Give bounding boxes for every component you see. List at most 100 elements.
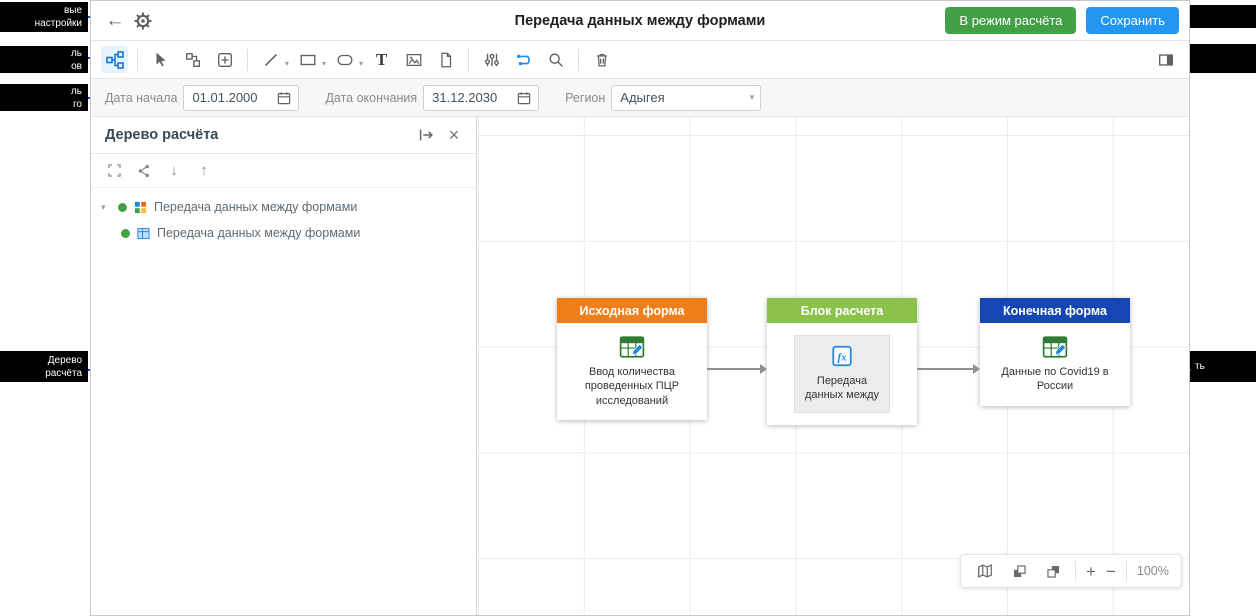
send-back-button[interactable] [1041, 559, 1065, 583]
annotation-text: ль [71, 85, 82, 98]
node-tool-button[interactable] [179, 46, 206, 73]
node-header: Блок расчета [767, 298, 917, 323]
add-block-button[interactable] [211, 46, 238, 73]
zoom-out-button[interactable]: − [1106, 563, 1116, 580]
image-tool-button[interactable] [400, 46, 427, 73]
modules-icon [134, 201, 147, 214]
svg-text:fx: fx [837, 351, 847, 363]
calendar-icon[interactable] [516, 90, 532, 106]
delete-button[interactable] [588, 46, 615, 73]
annotation-text: Дерево [48, 354, 82, 367]
text-tool-button[interactable]: T [368, 46, 395, 73]
node-header: Конечная форма [980, 298, 1130, 323]
select-tool-button[interactable] [147, 46, 174, 73]
document-tool-button[interactable] [432, 46, 459, 73]
rounded-rect-tool-button[interactable] [331, 46, 358, 73]
panel-expand-button[interactable] [412, 121, 440, 149]
annotation-canvas: ть [1190, 351, 1256, 382]
arrowhead-icon [973, 364, 980, 374]
tune-settings-button[interactable] [478, 46, 505, 73]
cursor-icon [152, 51, 170, 69]
app-window: ← [90, 0, 1190, 616]
form-table-icon [619, 335, 645, 359]
panel-title: Дерево расчёта [105, 127, 412, 143]
plus-square-icon [216, 51, 234, 69]
end-date-input[interactable]: 31.12.2030 [423, 85, 539, 111]
zoom-level: 100% [1137, 564, 1169, 578]
header-buttons: В режим расчёта Сохранить [945, 7, 1179, 34]
node-calc-block[interactable]: Блок расчета fx Передача данных между [767, 298, 917, 425]
hierarchy-button[interactable] [131, 158, 157, 184]
search-icon [547, 51, 565, 69]
image-icon [405, 51, 423, 69]
panel-toggle-button[interactable] [1152, 46, 1179, 73]
settings-button[interactable] [129, 7, 157, 35]
annotation-panel-toggle [1187, 44, 1256, 73]
diagram-canvas[interactable]: Исходная форма Ввод количества проведенн… [477, 117, 1189, 615]
region-select[interactable]: Адыгея ▾ [611, 85, 761, 111]
node-source-form[interactable]: Исходная форма Ввод количества проведенн… [557, 298, 707, 420]
annotation-text: ов [71, 60, 82, 73]
page: вые настройки ль ов ль го Дерево расчёта… [0, 0, 1256, 616]
status-dot [118, 203, 127, 212]
toolbar: ▾ ▾ ▾ T [91, 41, 1189, 79]
inner-block[interactable]: fx Передача данных между [794, 335, 890, 413]
node-body: fx Передача данных между [767, 323, 917, 425]
flow-tree-icon [105, 50, 125, 70]
start-date-input[interactable]: 01.01.2000 [183, 85, 299, 111]
back-button[interactable]: ← [101, 7, 129, 35]
save-button[interactable]: Сохранить [1086, 7, 1179, 34]
tree-item-root[interactable]: ▾ Передача данных между формами [91, 194, 476, 220]
chevron-down-icon[interactable]: ▾ [359, 59, 363, 68]
annotation-text: настройки [35, 17, 82, 30]
toolbar-separator [468, 49, 469, 71]
tree-toolbar: ↓ ↑ [91, 154, 476, 188]
filter-bar: Дата начала 01.01.2000 Дата окончания 31… [91, 79, 1189, 117]
controls-separator [1075, 561, 1076, 581]
panel-header: Дерево расчёта × [91, 117, 476, 154]
minimap-button[interactable] [973, 559, 997, 583]
tree-item-label: Передача данных между формами [157, 226, 360, 240]
page-title: Передача данных между формами [515, 13, 766, 29]
edge-connector[interactable] [917, 368, 974, 370]
tree-expand-caret[interactable]: ▾ [101, 202, 111, 213]
move-up-button[interactable]: ↑ [191, 158, 217, 184]
node-caption: Передача данных между [799, 374, 885, 403]
frame-select-button[interactable] [101, 158, 127, 184]
line-tool-button[interactable] [257, 46, 284, 73]
table-icon [137, 227, 150, 240]
panel-close-button[interactable]: × [440, 121, 468, 149]
connections-button[interactable] [510, 46, 537, 73]
annotation-text: ть [1195, 360, 1205, 373]
bring-front-button[interactable] [1007, 559, 1031, 583]
gear-icon [133, 11, 153, 31]
rectangle-tool-button[interactable] [294, 46, 321, 73]
line-icon [262, 51, 280, 69]
node-final-form[interactable]: Конечная форма Данные по Covid19 в Росси… [980, 298, 1130, 406]
toolbar-separator [137, 49, 138, 71]
annotation-text: расчёта [45, 367, 82, 380]
edge-connector[interactable] [707, 368, 761, 370]
calendar-icon[interactable] [276, 90, 292, 106]
toolbar-separator [247, 49, 248, 71]
calc-mode-button[interactable]: В режим расчёта [945, 7, 1076, 34]
linked-nodes-icon [184, 51, 202, 69]
move-down-button[interactable]: ↓ [161, 158, 187, 184]
chevron-down-icon[interactable]: ▾ [322, 59, 326, 68]
node-header: Исходная форма [557, 298, 707, 323]
chevron-down-icon: ▾ [750, 92, 755, 103]
annotation-tree: Дерево расчёта [0, 351, 88, 382]
annotation-text: го [73, 98, 82, 111]
chevron-down-icon[interactable]: ▾ [285, 59, 289, 68]
send-back-icon [1045, 563, 1062, 580]
tree-item-label: Передача данных между формами [154, 200, 357, 214]
annotation-text: ль [71, 47, 82, 60]
search-button[interactable] [542, 46, 569, 73]
expand-right-icon [417, 126, 435, 144]
annotation-text: вые [64, 4, 82, 17]
main-area: Дерево расчёта × [91, 117, 1189, 615]
zoom-in-button[interactable]: + [1086, 563, 1096, 580]
start-date-value: 01.01.2000 [192, 90, 257, 105]
tree-item-child[interactable]: Передача данных между формами [91, 220, 476, 246]
flow-mode-button[interactable] [101, 46, 128, 73]
